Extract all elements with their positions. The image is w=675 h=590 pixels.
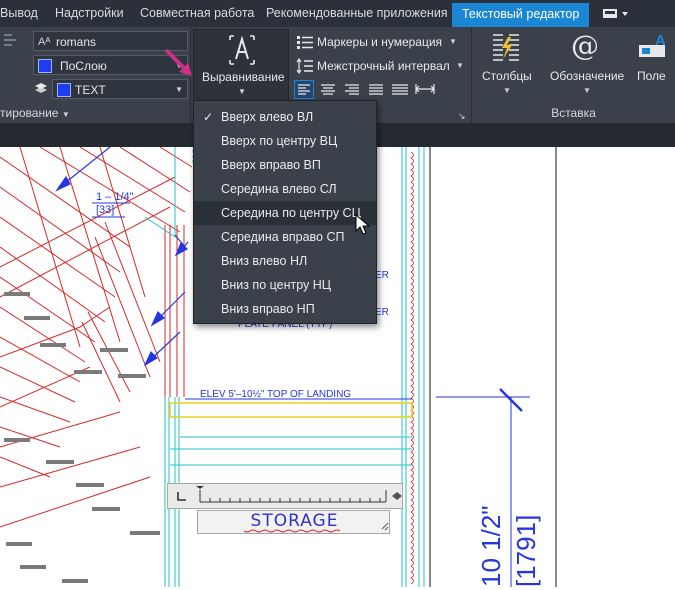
- columns-label: Столбцы: [482, 69, 532, 83]
- spellcheck-underline: [243, 522, 389, 533]
- columns-button[interactable]: Столбцы ▼: [476, 29, 536, 103]
- chevron-down-icon: ▼: [238, 87, 246, 96]
- chevron-down-icon: ▼: [456, 61, 464, 70]
- align-center-icon: [321, 84, 335, 95]
- layer-swatch: [57, 83, 71, 97]
- big-dimension-text: 10 1/2": [476, 505, 506, 587]
- svg-text:A: A: [655, 32, 666, 49]
- menu-item-middle-center[interactable]: Середина по центру СЦ: [194, 201, 376, 225]
- justification-label: Выравнивание: [202, 70, 285, 84]
- mtext-ruler[interactable]: [167, 483, 403, 509]
- menu-item-top-center[interactable]: Вверх по центру ВЦ: [194, 129, 376, 153]
- mouse-cursor-icon: [355, 214, 371, 235]
- chevron-down-icon: ▼: [503, 86, 511, 95]
- group-insert-label: Вставка: [551, 106, 596, 120]
- justification-button[interactable]: Выравнивание ▼: [193, 29, 289, 103]
- bullets-label: Маркеры и нумерация: [317, 35, 443, 49]
- symbol-button[interactable]: @ Обозначение ▼: [546, 29, 626, 103]
- tab-output[interactable]: Вывод: [0, 0, 38, 27]
- check-icon: ✓: [203, 110, 214, 124]
- justification-menu: ✓ Вверх влево ВЛ Вверх по центру ВЦ Вверх…: [193, 100, 377, 324]
- paragraph-icon: [415, 84, 435, 94]
- font-icon: Aᴬ: [38, 36, 51, 48]
- ruler-scale: [177, 486, 402, 503]
- justify-icon: [228, 34, 256, 66]
- insulation-pattern: [408, 147, 425, 587]
- line-spacing-button[interactable]: Межстрочный интервал ▼: [294, 57, 464, 75]
- color-swatch: [38, 59, 52, 73]
- field-button[interactable]: A Поле: [632, 29, 675, 103]
- mtext-editor[interactable]: STORAGE: [197, 510, 390, 534]
- small-annotations: [4, 292, 160, 583]
- menu-item-bottom-left[interactable]: Вниз влево НЛ: [194, 249, 376, 273]
- group-formatting-label[interactable]: тирование ▼: [0, 105, 190, 123]
- layers-icon: [32, 79, 50, 97]
- chevron-down-icon: ▼: [583, 86, 591, 95]
- justify-button[interactable]: [366, 80, 386, 99]
- justify-lines-icon: [369, 84, 383, 95]
- at-symbol-icon: @: [571, 29, 599, 62]
- bullets-button[interactable]: Маркеры и нумерация ▼: [294, 33, 459, 51]
- field-icon: A: [639, 32, 666, 57]
- field-label: Поле: [637, 69, 666, 83]
- align-right-icon: [345, 84, 359, 95]
- distribute-icon: [392, 84, 408, 95]
- text-height-icon: [2, 32, 18, 48]
- bullets-icon: [297, 36, 313, 49]
- landing: [169, 398, 413, 466]
- menu-item-top-left[interactable]: ✓ Вверх влево ВЛ: [194, 105, 376, 129]
- panel-toggle-icon: [603, 9, 628, 18]
- tab-text-editor[interactable]: Текстовый редактор: [452, 3, 590, 27]
- dialog-launcher-icon[interactable]: ↘: [458, 111, 466, 122]
- big-dimension-metric: [1791]: [511, 515, 541, 587]
- annotation-er-1: ER: [375, 270, 389, 281]
- tab-collaborate[interactable]: Совместная работа: [140, 0, 254, 27]
- dimension-text: 1 – 1/4": [96, 191, 134, 203]
- symbol-label: Обозначение: [550, 69, 625, 83]
- tab-overflow-button[interactable]: [596, 6, 632, 22]
- align-left-button[interactable]: [294, 80, 314, 99]
- paragraph-spacing-button[interactable]: [414, 80, 436, 99]
- color-value: ПоСлою: [60, 59, 107, 73]
- annotation-er-2: ER: [375, 307, 389, 318]
- menu-item-top-right[interactable]: Вверх вправо ВП: [194, 153, 376, 177]
- chevron-down-icon: ▼: [449, 37, 457, 46]
- line-spacing-label: Межстрочный интервал: [317, 59, 450, 73]
- align-center-button[interactable]: [318, 80, 338, 99]
- tab-recommended-apps[interactable]: Рекомендованные приложения: [266, 0, 448, 27]
- menu-item-middle-left[interactable]: Середина влево СЛ: [194, 177, 376, 201]
- elevation-label: ELEV 5'–10½" TOP OF LANDING: [200, 389, 351, 400]
- callout-arrow-icon: [164, 48, 192, 76]
- distribute-button[interactable]: [390, 80, 410, 99]
- columns-icon: [493, 34, 519, 61]
- chevron-down-icon: ▼: [61, 110, 70, 119]
- align-right-button[interactable]: [342, 80, 362, 99]
- align-left-icon: [298, 84, 310, 95]
- menu-item-bottom-center[interactable]: Вниз по центру НЦ: [194, 273, 376, 297]
- tab-addins[interactable]: Надстройки: [55, 0, 124, 27]
- dimension-text-metric: [33]: [96, 204, 114, 216]
- menu-item-bottom-right[interactable]: Вниз вправо НП: [194, 297, 376, 321]
- line-spacing-icon: [296, 58, 313, 74]
- ribbon-tab-bar: Вывод Надстройки Совместная работа Реком…: [0, 0, 675, 27]
- layer-value: TEXT: [75, 83, 106, 97]
- menu-item-middle-right[interactable]: Середина вправо СП: [194, 225, 376, 249]
- font-value: romans: [56, 35, 97, 49]
